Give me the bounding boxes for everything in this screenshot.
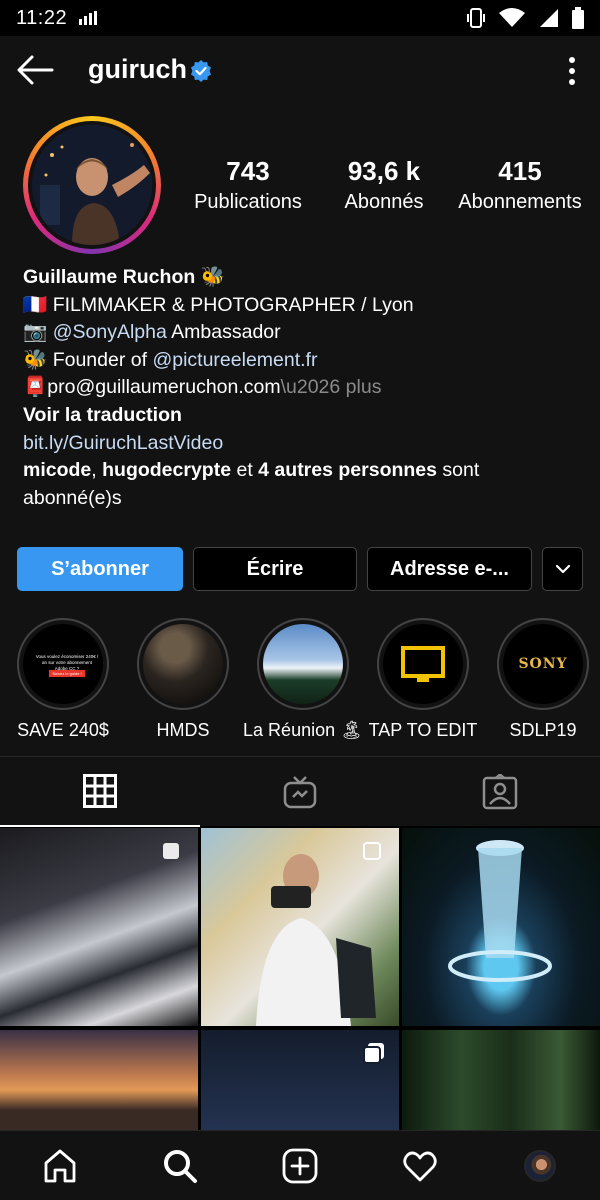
highlight-label: SAVE 240$ — [17, 720, 109, 740]
tab-grid[interactable] — [0, 757, 200, 827]
sony-logo: SONY — [518, 656, 568, 672]
highlight-sdlp19[interactable]: SONY SDLP19 — [483, 618, 600, 741]
mention-sonyalpha-link[interactable]: @SonyAlpha — [53, 321, 167, 343]
nav-profile[interactable] — [520, 1146, 560, 1186]
bee-emoji: 🐝 — [200, 266, 225, 288]
highlight-label: SDLP19 — [509, 720, 577, 740]
bio-line-4: 📮pro@guillaumeruchon.com\u2026 plus — [23, 374, 583, 402]
home-icon — [44, 1149, 76, 1183]
highlight-tap-to-edit[interactable]: TAP TO EDIT — [363, 618, 483, 741]
profile-username: guiruch — [88, 54, 187, 84]
profile-header: guiruch — [0, 36, 600, 106]
waterfall-image — [448, 840, 552, 982]
heart-icon — [403, 1151, 437, 1182]
website-link[interactable]: bit.ly/GuiruchLastVideo — [23, 430, 583, 458]
chevron-down-icon — [555, 564, 570, 574]
bio-email: pro@guillaumeruchon.com — [47, 376, 281, 399]
profile-section: 743 Publications 93,6 k Abonnés 415 Abon… — [0, 106, 600, 756]
highlight-label: HMDS — [156, 720, 210, 740]
highlight-thumbnail: Vous voulez économiser 240€ / an sur vot… — [23, 624, 103, 704]
post-thumbnail[interactable] — [201, 828, 399, 1026]
tab-igtv[interactable] — [200, 757, 400, 827]
camera-emoji: 📷 — [23, 321, 48, 344]
post-thumbnail[interactable] — [402, 828, 600, 1026]
profile-actions: S’abonner Écrire Adresse e-... — [17, 547, 583, 591]
post-thumbnail[interactable] — [0, 1030, 198, 1130]
back-arrow-icon[interactable] — [16, 54, 54, 86]
suggested-dropdown-button[interactable] — [542, 547, 583, 591]
bottom-navigation — [0, 1130, 600, 1200]
highlight-save-240[interactable]: Vous voulez économiser 240€ / an sur vot… — [3, 618, 123, 741]
post-thumbnail[interactable] — [0, 828, 198, 1026]
tv-icon — [401, 646, 445, 682]
tab-tagged[interactable] — [400, 757, 600, 827]
bio-line-1: 🇫🇷 FILMMAKER & PHOTOGRAPHER / Lyon — [23, 293, 414, 316]
profile-avatar — [32, 125, 152, 245]
status-bar: 11:22 — [0, 0, 600, 36]
mention-pictureelement-link[interactable]: @pictureelement.fr — [152, 349, 317, 371]
bio-line-2: 📷 @SonyAlpha Ambassador — [23, 321, 281, 344]
following-count[interactable]: 415 Abonnements — [452, 156, 588, 214]
igtv-icon — [283, 776, 317, 809]
followed-by[interactable]: micode, hugodecrypte et 4 autres personn… — [23, 457, 583, 512]
data-activity-icon — [79, 11, 98, 25]
post-thumbnail[interactable] — [402, 1030, 600, 1130]
status-time: 11:22 — [16, 6, 68, 29]
message-button[interactable]: Écrire — [193, 547, 357, 591]
post-thumbnail[interactable] — [201, 1030, 399, 1130]
postbox-emoji: 📮 — [23, 376, 48, 399]
carousel-icon — [163, 843, 179, 859]
carousel-icon — [363, 842, 381, 860]
posts-count[interactable]: 743 Publications — [180, 156, 316, 214]
profile-avatar — [524, 1150, 556, 1182]
vibrate-icon — [467, 8, 485, 28]
more-options-icon[interactable] — [562, 56, 582, 86]
see-translation-link[interactable]: Voir la traduction — [23, 402, 583, 430]
highlight-thumbnail: SONY — [503, 624, 583, 704]
followers-count[interactable]: 93,6 k Abonnés — [316, 156, 452, 214]
nav-search[interactable] — [160, 1146, 200, 1186]
carousel-icon — [363, 1043, 384, 1064]
verified-badge-icon — [191, 60, 211, 82]
search-icon — [164, 1150, 197, 1183]
tagged-icon — [482, 774, 518, 810]
bio-line-3: 🐝 Founder of @pictureelement.fr — [23, 348, 318, 371]
highlight-thumbnail — [143, 624, 223, 704]
cell-signal-icon — [540, 9, 558, 27]
posts-grid — [0, 828, 600, 1130]
france-flag-emoji: 🇫🇷 — [23, 293, 48, 316]
nav-activity[interactable] — [400, 1146, 440, 1186]
profile-bio: Guillaume Ruchon 🐝 🇫🇷 FILMMAKER & PHOTOG… — [23, 264, 583, 512]
follow-button[interactable]: S’abonner — [17, 547, 183, 591]
email-button[interactable]: Adresse e-... — [367, 547, 532, 591]
highlight-thumbnail — [383, 624, 463, 704]
bio-name-line: Guillaume Ruchon 🐝 — [23, 264, 583, 292]
profile-tabs — [0, 756, 600, 827]
battery-icon — [572, 7, 584, 29]
profile-stats: 743 Publications 93,6 k Abonnés 415 Abon… — [180, 156, 590, 214]
grid-icon — [83, 774, 117, 808]
highlight-hmds[interactable]: HMDS — [123, 618, 243, 741]
nav-home[interactable] — [40, 1146, 80, 1186]
profile-full-name: Guillaume Ruchon — [23, 266, 196, 288]
add-post-icon — [282, 1148, 318, 1184]
bio-more-link[interactable]: \u2026 plus — [281, 376, 382, 398]
story-ring[interactable] — [23, 116, 161, 254]
nav-new-post[interactable] — [280, 1146, 320, 1186]
highlight-label: La Réunion 🏝 — [243, 720, 363, 740]
highlight-thumbnail — [263, 624, 343, 704]
highlight-la-reunion[interactable]: La Réunion 🏝 — [243, 618, 363, 741]
wifi-icon — [499, 8, 525, 27]
highlight-label: TAP TO EDIT — [368, 720, 478, 740]
story-highlights: Vous voulez économiser 240€ / an sur vot… — [0, 618, 600, 741]
bee-emoji: 🐝 — [23, 348, 48, 371]
